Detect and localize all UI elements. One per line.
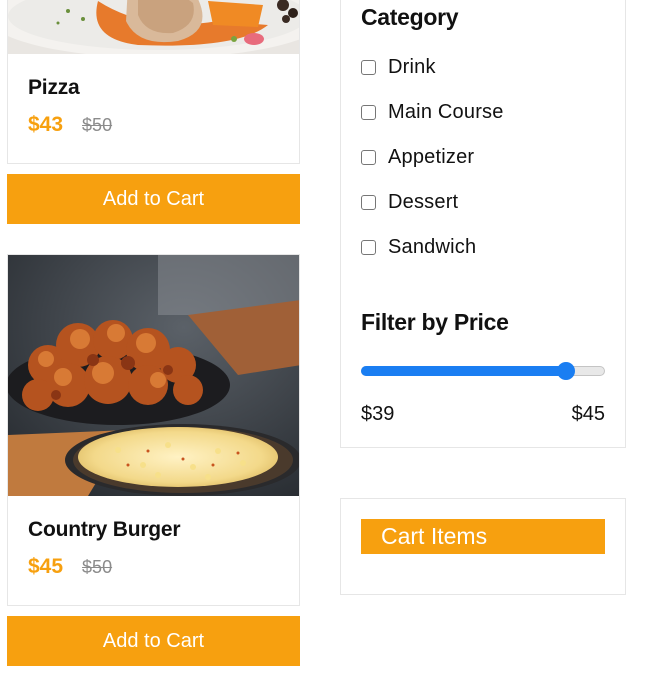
product-price: $43 — [28, 113, 64, 136]
category-option-main-course[interactable]: Main Course — [361, 101, 504, 124]
product-image — [8, 255, 299, 496]
product-info: Country Burger $45 $50 — [8, 496, 299, 579]
category-option-sandwich[interactable]: Sandwich — [361, 236, 476, 259]
roast-dish-photo — [8, 0, 299, 54]
product-card-country-burger: Country Burger $45 $50 — [7, 254, 300, 606]
product-image — [8, 0, 299, 54]
add-to-cart-button[interactable]: Add to Cart — [7, 174, 300, 224]
slider-fill — [361, 366, 566, 376]
price-row: $45 $50 — [28, 555, 279, 579]
slider-thumb[interactable] — [557, 362, 575, 380]
price-min-value: $39 — [361, 403, 395, 425]
category-label: Appetizer — [388, 146, 475, 168]
category-label: Main Course — [388, 101, 504, 123]
price-range-slider[interactable] — [361, 361, 605, 381]
category-option-appetizer[interactable]: Appetizer — [361, 146, 474, 169]
category-option-dessert[interactable]: Dessert — [361, 191, 458, 214]
product-info: Pizza $43 $50 — [8, 54, 299, 137]
add-to-cart-button[interactable]: Add to Cart — [7, 616, 300, 666]
cart-panel: Cart Items — [340, 498, 626, 595]
page: Pizza $43 $50 Add to Cart Country Burger… — [0, 0, 645, 677]
category-option-drink[interactable]: Drink — [361, 56, 436, 79]
product-card-pizza: Pizza $43 $50 — [7, 0, 300, 164]
filter-panel: Category Drink Main Course Appetizer Des… — [340, 0, 626, 448]
category-title: Category — [361, 4, 459, 30]
price-row: $43 $50 — [28, 113, 279, 137]
product-old-price: $50 — [82, 115, 113, 135]
category-label: Sandwich — [388, 236, 477, 258]
product-name: Pizza — [28, 76, 80, 99]
product-old-price: $50 — [82, 557, 113, 577]
category-label: Drink — [388, 56, 436, 78]
category-checkbox[interactable] — [361, 105, 376, 120]
product-name: Country Burger — [28, 518, 181, 541]
category-label: Dessert — [388, 191, 459, 213]
price-filter-title: Filter by Price — [361, 309, 509, 335]
fried-chicken-corn-photo — [8, 255, 299, 496]
category-checkbox[interactable] — [361, 60, 376, 75]
category-checkbox[interactable] — [361, 150, 376, 165]
category-checkbox[interactable] — [361, 240, 376, 255]
cart-items-header: Cart Items — [361, 519, 605, 554]
price-max-value: $45 — [571, 403, 605, 425]
product-price: $45 — [28, 555, 64, 578]
category-checkbox[interactable] — [361, 195, 376, 210]
